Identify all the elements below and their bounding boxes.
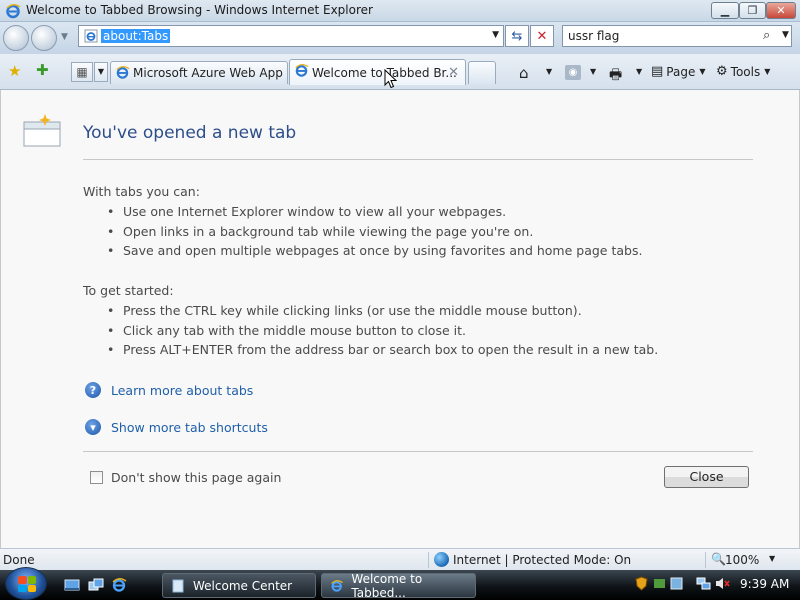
switch-windows-icon[interactable] [88, 577, 104, 593]
zoom-dropdown-icon[interactable]: ▼ [769, 554, 775, 563]
taskbar-button-label: Welcome Center [193, 578, 293, 593]
home-dropdown-icon[interactable]: ▼ [546, 67, 552, 76]
volume-muted-icon[interactable] [715, 576, 730, 591]
tools-menu-label: Tools [730, 64, 761, 79]
start-button[interactable] [5, 567, 47, 600]
new-tab-page-icon [23, 114, 61, 147]
page-menu[interactable]: ▤ Page ▼ [651, 64, 706, 79]
search-input[interactable]: ussr flag [568, 29, 619, 43]
zoom-level[interactable]: 100% [725, 553, 759, 567]
expand-chevron-icon: ▾ [85, 419, 101, 435]
recent-pages-dropdown-icon[interactable]: ▼ [61, 32, 68, 42]
tab-list-dropdown[interactable]: ▼ [94, 62, 108, 82]
title-bar: Welcome to Tabbed Browsing - Windows Int… [0, 0, 800, 22]
search-box[interactable]: ussr flag ⌕ ▼ [562, 25, 792, 47]
page-content: You've opened a new tab With tabs you ca… [0, 90, 800, 548]
learn-more-label[interactable]: Learn more about tabs [111, 383, 253, 398]
chevron-down-icon: ▼ [764, 67, 771, 76]
clock[interactable]: 9:39 AM [740, 577, 789, 591]
search-options-dropdown-icon[interactable]: ▼ [782, 30, 789, 40]
welcome-center-icon [172, 579, 184, 592]
tab-welcome-tabbed-browsing[interactable]: Welcome to Tabbed Br... ✕ [289, 59, 466, 85]
list-item: Open links in a background tab while vie… [107, 224, 642, 244]
home-icon[interactable]: ⌂ [519, 64, 529, 82]
help-icon: ? [85, 382, 101, 398]
zoom-icon[interactable]: 🔍 [711, 552, 726, 566]
address-input[interactable]: about:Tabs [101, 29, 171, 43]
window-title: Welcome to Tabbed Browsing - Windows Int… [26, 3, 373, 17]
feeds-dropdown-icon[interactable]: ▼ [590, 67, 596, 76]
maximize-button[interactable]: ❐ [739, 2, 766, 19]
internet-explorer-icon [331, 579, 343, 592]
learn-more-link[interactable]: ? Learn more about tabs [85, 382, 253, 398]
gear-icon: ⚙ [716, 64, 728, 79]
updates-icon[interactable] [652, 576, 667, 591]
close-window-button[interactable]: ✕ [766, 2, 796, 19]
page-menu-icon: ▤ [651, 64, 664, 79]
feeds-icon[interactable]: ◉ [565, 65, 581, 80]
new-tab-button[interactable] [468, 61, 496, 84]
windows-sidebar-icon[interactable] [669, 576, 684, 591]
taskbar-button-internet-explorer[interactable]: Welcome to Tabbed... [321, 571, 476, 600]
internet-explorer-icon [295, 63, 309, 77]
list-item: Press ALT+ENTER from the address bar or … [107, 342, 658, 362]
add-to-favorites-icon[interactable]: ✚ [36, 61, 49, 79]
security-zone[interactable]: Internet | Protected Mode: On [453, 553, 631, 567]
quick-tabs-button[interactable]: ▦ [71, 62, 93, 82]
network-icon[interactable] [696, 576, 711, 591]
chevron-down-icon: ▼ [699, 67, 706, 76]
windows-logo-icon [18, 576, 36, 592]
page-menu-label: Page [666, 64, 696, 79]
separator [705, 552, 706, 568]
intro-text: With tabs you can: [83, 184, 200, 199]
tips-list: Press the CTRL key while clicking links … [107, 303, 658, 362]
status-bar: Done Internet | Protected Mode: On 🔍 100… [0, 548, 800, 570]
list-item: Use one Internet Explorer window to view… [107, 204, 642, 224]
divider [83, 159, 753, 160]
show-desktop-icon[interactable] [64, 577, 80, 593]
minimize-button[interactable]: ▁ [711, 2, 739, 19]
mouse-cursor-icon [384, 69, 398, 89]
tab-azure-web-app[interactable]: Microsoft Azure Web App ... [110, 61, 288, 84]
stop-button[interactable]: ✕ [530, 25, 554, 47]
tab-label: Microsoft Azure Web App ... [133, 66, 288, 80]
internet-explorer-icon [116, 65, 130, 79]
separator [428, 552, 429, 568]
address-bar[interactable]: about:Tabs ▼ [78, 25, 504, 47]
dont-show-again-label: Don't show this page again [111, 470, 282, 485]
print-dropdown-icon[interactable]: ▼ [636, 67, 642, 76]
list-item: Save and open multiple webpages at once … [107, 243, 642, 263]
search-icon[interactable]: ⌕ [763, 28, 770, 43]
print-icon[interactable]: 🖶 [609, 64, 622, 88]
getting-started-text: To get started: [83, 283, 174, 298]
page-icon [84, 29, 98, 43]
address-dropdown-icon[interactable]: ▼ [492, 30, 499, 40]
show-shortcuts-link[interactable]: ▾ Show more tab shortcuts [85, 419, 268, 435]
taskbar-button-label: Welcome to Tabbed... [351, 571, 423, 600]
internet-explorer-icon [6, 4, 21, 19]
tab-bar: ★ ✚ ▦ ▼ Microsoft Azure Web App ... Welc… [0, 54, 800, 90]
dont-show-again-option[interactable]: Don't show this page again [90, 470, 281, 485]
security-shield-icon[interactable] [634, 576, 649, 591]
refresh-button[interactable]: ⇆ [505, 25, 529, 47]
show-shortcuts-label[interactable]: Show more tab shortcuts [111, 420, 268, 435]
close-button[interactable]: Close [664, 466, 749, 488]
favorites-center-star-icon[interactable]: ★ [8, 62, 21, 80]
close-tab-icon[interactable]: ✕ [448, 61, 459, 85]
status-text: Done [3, 553, 35, 567]
list-item: Press the CTRL key while clicking links … [107, 303, 658, 323]
dont-show-again-checkbox[interactable] [90, 471, 103, 484]
internet-explorer-quicklaunch-icon[interactable] [111, 577, 127, 593]
tools-menu[interactable]: ⚙ Tools ▼ [716, 64, 770, 79]
forward-button[interactable] [31, 25, 57, 51]
page-heading: You've opened a new tab [83, 123, 297, 143]
globe-icon [434, 552, 449, 567]
back-button[interactable] [3, 25, 29, 51]
divider [83, 451, 753, 452]
list-item: Click any tab with the middle mouse butt… [107, 323, 658, 343]
taskbar-button-welcome-center[interactable]: Welcome Center [162, 573, 316, 598]
features-list: Use one Internet Explorer window to view… [107, 204, 642, 263]
